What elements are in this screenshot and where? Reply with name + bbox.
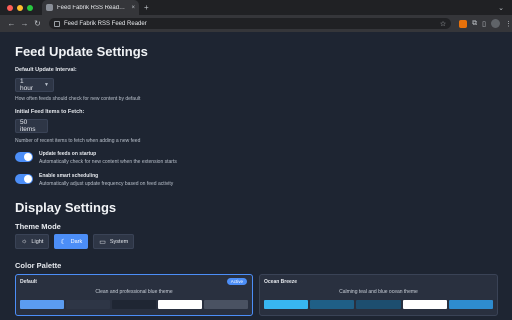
browser-tab-bar: Feed Fabrik RSS Reader Settings × + ⌄ — [0, 0, 512, 15]
update-interval-help: How often feeds should check for new con… — [15, 96, 141, 102]
tab-title: Feed Fabrik RSS Reader Settings — [57, 4, 127, 11]
reload-icon[interactable]: ↻ — [32, 19, 43, 28]
display-settings-heading: Display Settings — [15, 200, 117, 215]
color-swatch — [356, 300, 401, 309]
color-swatch — [264, 300, 309, 309]
update-interval-label: Default Update Interval: — [15, 67, 77, 73]
theme-dark-button[interactable]: ☾ Dark — [54, 234, 89, 249]
color-swatch — [204, 300, 248, 309]
startup-update-toggle-row: Update feeds on startup Automatically ch… — [15, 151, 177, 165]
browser-toolbar: ← → ↻ Feed Fabrik RSS Feed Reader ☆ ⧉ ▯ … — [0, 15, 512, 32]
theme-option-label: Light — [31, 238, 44, 245]
color-swatch — [448, 300, 494, 309]
extension-page-icon — [54, 20, 60, 27]
color-swatch — [112, 300, 156, 309]
startup-update-toggle[interactable] — [15, 152, 33, 162]
theme-system-button[interactable]: ▭ System — [93, 234, 135, 249]
close-window-button[interactable] — [7, 4, 13, 11]
chevron-down-icon: ▼ — [44, 82, 49, 88]
bookmark-star-icon[interactable]: ☆ — [440, 20, 446, 28]
theme-option-label: System — [109, 238, 129, 245]
toggle-description: Automatically adjust update frequency ba… — [39, 181, 174, 187]
puzzle-extensions-icon[interactable]: ⧉ — [472, 20, 477, 28]
initial-items-value: 50 items — [20, 119, 36, 133]
color-swatch — [66, 300, 110, 309]
update-interval-select[interactable]: 1 hour ▼ — [15, 78, 54, 92]
initial-items-select[interactable]: 50 items — [15, 119, 48, 133]
color-palette-heading: Color Palette — [15, 261, 62, 270]
feed-update-settings-heading: Feed Update Settings — [15, 44, 148, 59]
tab-favicon-icon — [46, 4, 53, 11]
palette-name: Default — [20, 279, 37, 285]
feed-fabrik-extension-icon[interactable] — [459, 19, 468, 28]
palette-card-default[interactable]: Default Active Clean and professional bl… — [15, 274, 253, 316]
tab-list-chevron-icon[interactable]: ⌄ — [498, 4, 504, 12]
maximize-window-button[interactable] — [27, 4, 33, 11]
toggle-knob — [24, 175, 32, 183]
toggle-description: Automatically check for new content when… — [39, 159, 177, 165]
menu-kebab-icon[interactable]: ⋮ — [505, 20, 512, 28]
initial-items-label: Initial Feed Items to Fetch: — [15, 109, 85, 115]
palette-description: Calming teal and blue ocean theme — [339, 289, 418, 295]
forward-icon[interactable]: → — [19, 19, 30, 28]
smart-scheduling-toggle-row: Enable smart scheduling Automatically ad… — [15, 173, 173, 187]
color-swatch — [402, 300, 447, 309]
sidepanel-icon[interactable]: ▯ — [482, 20, 486, 28]
moon-icon: ☾ — [60, 238, 67, 246]
toggle-title: Update feeds on startup — [39, 151, 97, 157]
toggle-knob — [24, 153, 32, 161]
nav-buttons: ← → ↻ — [6, 19, 43, 28]
smart-scheduling-toggle[interactable] — [15, 174, 33, 184]
monitor-icon: ▭ — [99, 238, 106, 246]
address-bar[interactable]: Feed Fabrik RSS Feed Reader ☆ — [49, 18, 452, 29]
profile-avatar[interactable] — [491, 19, 500, 28]
color-swatch — [158, 300, 202, 309]
palette-swatches — [20, 300, 248, 309]
color-swatch — [20, 300, 64, 309]
initial-items-help: Number of recent items to fetch when add… — [15, 138, 141, 144]
new-tab-button[interactable]: + — [144, 3, 149, 12]
browser-tab[interactable]: Feed Fabrik RSS Reader Settings × — [42, 0, 139, 15]
palette-swatches — [264, 300, 494, 309]
window-controls — [7, 4, 33, 11]
back-icon[interactable]: ← — [6, 19, 17, 28]
minimize-window-button[interactable] — [17, 4, 23, 11]
update-interval-value: 1 hour — [20, 78, 34, 92]
theme-mode-heading: Theme Mode — [15, 222, 61, 231]
theme-light-button[interactable]: ☼ Light — [15, 234, 50, 249]
palette-name: Ocean Breeze — [264, 279, 298, 285]
theme-option-label: Dark — [70, 238, 83, 245]
color-swatch — [310, 300, 355, 309]
extensions-area: ⧉ ▯ ⋮ — [459, 19, 512, 28]
toggle-title: Enable smart scheduling — [39, 173, 99, 179]
palette-card-ocean-breeze[interactable]: Ocean Breeze Calming teal and blue ocean… — [259, 274, 498, 316]
theme-mode-options: ☼ Light ☾ Dark ▭ System — [15, 234, 135, 249]
active-badge: Active — [226, 278, 247, 285]
tab-close-icon[interactable]: × — [131, 5, 135, 11]
sun-icon: ☼ — [21, 238, 28, 245]
address-text: Feed Fabrik RSS Feed Reader — [64, 20, 147, 27]
palette-description: Clean and professional blue theme — [95, 289, 173, 295]
